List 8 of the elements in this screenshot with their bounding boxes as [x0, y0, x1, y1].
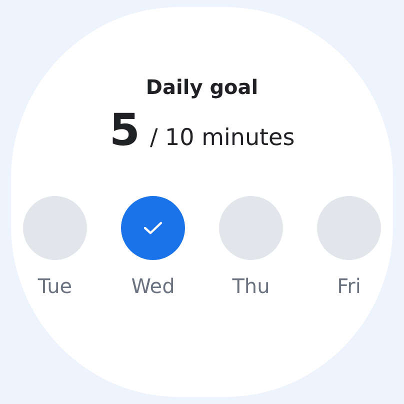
progress-value: 5	[109, 105, 140, 156]
day-label: Thu	[232, 274, 270, 298]
progress-target: / 10 minutes	[150, 125, 295, 151]
check-icon	[143, 221, 163, 235]
day-label: Tue	[38, 274, 72, 298]
goal-title: Daily goal	[146, 75, 258, 99]
day-label: Fri	[337, 274, 361, 298]
day-label: Wed	[131, 274, 175, 298]
